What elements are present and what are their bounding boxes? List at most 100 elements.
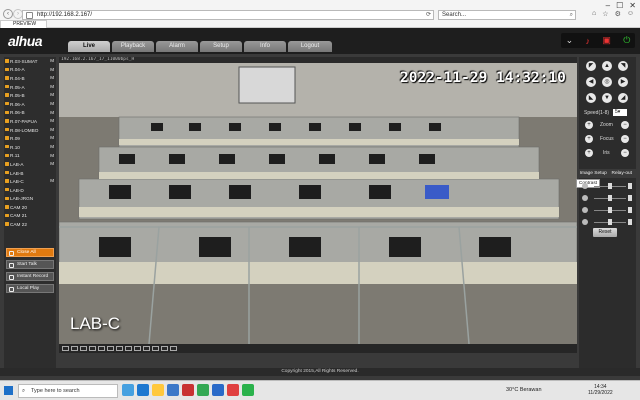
browser-tab[interactable]: PREVIEW	[0, 20, 48, 28]
tab-logout[interactable]: Logout	[288, 41, 332, 52]
camera-list-item[interactable]: LAB-C M	[4, 177, 56, 186]
camera-stream-mark[interactable]: M	[50, 74, 54, 83]
fullscreen-icon[interactable]	[152, 346, 159, 351]
layout-36-icon[interactable]	[143, 346, 150, 351]
camera-list-item[interactable]: CAM 20	[4, 203, 56, 212]
ptz-down-right-icon[interactable]: ◢	[618, 93, 628, 103]
zoom-in-icon[interactable]: +	[585, 121, 593, 129]
zoom-out-icon[interactable]: −	[621, 121, 629, 129]
brightness-slider[interactable]	[582, 182, 632, 190]
live-video-view[interactable]: 192.168.2.167_17_11000bps_H	[59, 57, 577, 344]
layout-25-icon[interactable]	[134, 346, 141, 351]
camera-stream-mark[interactable]: M	[50, 83, 54, 92]
focus-near-icon[interactable]: +	[585, 135, 593, 143]
local-play-button[interactable]: Local Play	[6, 284, 54, 293]
settings-gear-icon[interactable]: ⚙	[615, 10, 621, 18]
contrast-slider[interactable]	[582, 194, 632, 202]
speed-select[interactable]: 5▾	[613, 109, 627, 116]
camera-stream-mark[interactable]: M	[50, 100, 54, 109]
start-talk-button[interactable]: Start Talk	[6, 260, 54, 269]
layout-9-icon[interactable]	[98, 346, 105, 351]
system-clock[interactable]: 14:34 11/29/2022	[588, 384, 613, 396]
tab-live[interactable]: Live	[68, 41, 110, 52]
power-icon[interactable]: ⏻	[623, 35, 630, 46]
camera-stream-mark[interactable]: M	[50, 143, 54, 152]
camera-list-item[interactable]: R.10 M	[4, 143, 56, 152]
smiley-icon[interactable]: ☺	[627, 10, 634, 18]
camera-list-item[interactable]: R.07-PAPUA M	[4, 117, 56, 126]
camera-stream-mark[interactable]: M	[50, 91, 54, 100]
chevron-down-icon[interactable]: ⌄	[566, 35, 574, 46]
windows-start-icon[interactable]	[4, 386, 13, 395]
camera-list-item[interactable]: R.03-SUMAT M	[4, 57, 56, 66]
stream-type-icon[interactable]	[170, 346, 177, 351]
back-arrow-icon[interactable]: ‹	[3, 9, 13, 19]
ptz-left-icon[interactable]: ◀	[586, 77, 596, 87]
layout-6-icon[interactable]	[80, 346, 87, 351]
reset-button[interactable]: Reset	[593, 228, 617, 237]
ptz-up-icon[interactable]: ▲	[602, 61, 612, 71]
layout-8-icon[interactable]	[89, 346, 96, 351]
aspect-ratio-icon[interactable]	[161, 346, 168, 351]
saturation-slider[interactable]	[582, 206, 632, 214]
tab-relay-out[interactable]: Relay-out	[608, 169, 637, 178]
search-icon[interactable]: ⌕	[570, 11, 573, 20]
camera-list-item[interactable]: R.04-B M	[4, 74, 56, 83]
ptz-up-left-icon[interactable]: ◤	[586, 61, 596, 71]
app-icon[interactable]	[242, 384, 254, 396]
iris-close-icon[interactable]: −	[621, 149, 629, 157]
camera-list-item[interactable]: R.09 M	[4, 134, 56, 143]
camera-list-item[interactable]: R.04-A M	[4, 66, 56, 75]
camera-icon[interactable]: ▣	[602, 35, 611, 46]
camera-stream-mark[interactable]: M	[50, 126, 54, 135]
maximize-icon[interactable]: ☐	[616, 1, 623, 10]
weather-widget[interactable]: 30°C Berawan	[506, 387, 542, 393]
app-icon[interactable]	[227, 384, 239, 396]
close-window-icon[interactable]: ✕	[629, 1, 636, 10]
task-view-icon[interactable]	[122, 384, 134, 396]
ptz-up-right-icon[interactable]: ◥	[618, 61, 628, 71]
camera-list-item[interactable]: CAM 22	[4, 220, 56, 229]
slider-knob[interactable]	[608, 195, 612, 201]
camera-stream-mark[interactable]: M	[50, 57, 54, 66]
ptz-down-left-icon[interactable]: ◣	[586, 93, 596, 103]
layout-4-icon[interactable]	[71, 346, 78, 351]
ptz-right-icon[interactable]: ▶	[618, 77, 628, 87]
taskbar-search-input[interactable]: ⌕ Type here to search	[18, 384, 118, 398]
iris-open-icon[interactable]: +	[585, 149, 593, 157]
camera-stream-mark[interactable]: M	[50, 177, 54, 186]
instant-record-button[interactable]: Instant Record	[6, 272, 54, 281]
camera-list-item[interactable]: R.06-B M	[4, 109, 56, 118]
tab-setup[interactable]: Setup	[200, 41, 242, 52]
ptz-down-icon[interactable]: ▼	[602, 93, 612, 103]
slider-knob[interactable]	[608, 219, 612, 225]
camera-list-item[interactable]: R.08-LOMBO M	[4, 126, 56, 135]
home-icon[interactable]: ⌂	[592, 10, 596, 18]
layout-13-icon[interactable]	[107, 346, 114, 351]
app-icon[interactable]	[182, 384, 194, 396]
camera-stream-mark[interactable]: M	[50, 117, 54, 126]
tab-info[interactable]: Info	[244, 41, 286, 52]
tab-alarm[interactable]: Alarm	[156, 41, 198, 52]
slider-knob[interactable]	[608, 183, 612, 189]
browser-search-input[interactable]: Search... ⌕	[438, 10, 576, 20]
camera-list-item[interactable]: LAB-A M	[4, 160, 56, 169]
camera-list-item[interactable]: R.05-B M	[4, 91, 56, 100]
refresh-icon[interactable]: ⟳	[426, 11, 431, 20]
internet-explorer-icon[interactable]	[212, 384, 224, 396]
camera-list-item[interactable]: LAB-D	[4, 186, 56, 195]
chrome-icon[interactable]	[197, 384, 209, 396]
edge-icon[interactable]	[137, 384, 149, 396]
camera-stream-mark[interactable]: M	[50, 134, 54, 143]
mic-off-icon[interactable]: ♪	[586, 36, 591, 46]
camera-stream-mark[interactable]: M	[50, 152, 54, 161]
store-icon[interactable]	[167, 384, 179, 396]
layout-16-icon[interactable]	[116, 346, 123, 351]
camera-stream-mark[interactable]: M	[50, 160, 54, 169]
close-all-button[interactable]: Close All	[6, 248, 54, 257]
camera-list-item[interactable]: R.06-A M	[4, 100, 56, 109]
tab-image-setup[interactable]: Image Setup	[579, 169, 608, 178]
camera-list-item[interactable]: CAM 21	[4, 212, 56, 221]
layout-1-icon[interactable]	[62, 346, 69, 351]
ptz-center-icon[interactable]: ◎	[602, 77, 612, 87]
